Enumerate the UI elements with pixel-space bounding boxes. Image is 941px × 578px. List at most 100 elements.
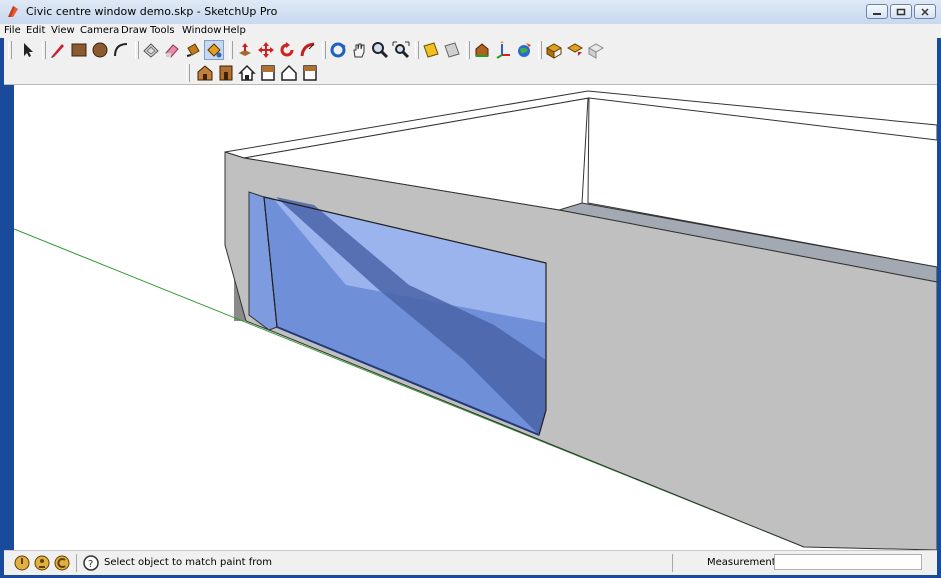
eraser-icon xyxy=(143,43,159,58)
svg-text:?: ? xyxy=(88,559,93,570)
make-component-button[interactable] xyxy=(141,40,161,60)
toolbar-separator xyxy=(538,41,542,59)
top-view-icon xyxy=(261,65,275,81)
zoom-tool-button[interactable] xyxy=(370,40,390,60)
iso-view-icon xyxy=(197,65,213,81)
bottom-view-button[interactable] xyxy=(300,63,320,83)
bottom-view-icon xyxy=(303,65,317,81)
rectangle-icon xyxy=(71,43,87,57)
toolbar-separator xyxy=(135,41,139,59)
main-toolbar xyxy=(4,38,937,62)
move-tool-button[interactable] xyxy=(256,40,276,60)
section-plane-icon xyxy=(423,42,439,58)
window-title: Civic centre window demo.skp - SketchUp … xyxy=(26,5,278,18)
side-view-icon xyxy=(281,64,297,81)
follow-me-button[interactable] xyxy=(298,40,318,60)
rotate-tool-button[interactable] xyxy=(277,40,297,60)
share-model-button[interactable] xyxy=(565,40,585,60)
arc-icon xyxy=(114,43,128,57)
minimize-icon xyxy=(873,12,881,15)
sketchup-app-icon xyxy=(8,6,18,17)
rectangle-tool-button[interactable] xyxy=(69,40,89,60)
components-icon xyxy=(475,43,489,57)
zoom-extents-button[interactable] xyxy=(391,40,411,60)
sketchup-window: Civic centre window demo.skp - SketchUp … xyxy=(0,0,941,578)
select-arrow-icon xyxy=(24,43,33,57)
eraser-tool-button[interactable] xyxy=(162,40,182,60)
zoom-icon xyxy=(372,42,389,59)
toolbar-separator xyxy=(415,41,419,59)
menu-tools[interactable]: Tools xyxy=(150,24,175,38)
iso-view-button[interactable] xyxy=(195,63,215,83)
share-model-icon xyxy=(566,43,584,56)
get-models-button[interactable] xyxy=(544,40,564,60)
status-message: Select object to match paint from xyxy=(104,557,273,568)
user-account-icon[interactable] xyxy=(54,555,70,571)
google-earth-button[interactable] xyxy=(514,40,534,60)
toolbar-separator xyxy=(42,41,46,59)
orbit-icon xyxy=(330,42,346,58)
push-pull-icon xyxy=(239,43,251,56)
menu-help[interactable]: Help xyxy=(223,24,246,38)
get-models-icon xyxy=(545,43,563,59)
menu-file[interactable]: File xyxy=(4,24,21,38)
pan-tool-button[interactable] xyxy=(349,40,369,60)
front-view-button[interactable] xyxy=(216,63,236,83)
toolbar-separator xyxy=(229,41,233,59)
status-separator xyxy=(76,554,77,572)
close-icon xyxy=(921,7,929,16)
axes-icon xyxy=(496,41,510,59)
geo-location-icon[interactable] xyxy=(14,555,30,571)
top-view-button[interactable] xyxy=(258,63,278,83)
paint-bucket-icon xyxy=(186,43,200,57)
zoom-extents-icon xyxy=(392,41,410,59)
minimize-button[interactable] xyxy=(866,4,888,19)
front-view-icon xyxy=(219,65,233,81)
close-button[interactable] xyxy=(914,4,936,19)
select-tool-button[interactable] xyxy=(18,40,38,60)
match-paint-icon xyxy=(207,43,222,58)
credits-icon[interactable] xyxy=(34,555,50,571)
rotate-icon xyxy=(280,42,294,57)
menu-camera[interactable]: Camera xyxy=(80,24,119,38)
upload-button[interactable] xyxy=(586,40,606,60)
push-pull-button[interactable] xyxy=(235,40,255,60)
circle-tool-button[interactable] xyxy=(90,40,110,60)
google-earth-icon xyxy=(518,43,531,57)
paint-bucket-button[interactable] xyxy=(204,40,224,60)
toolbar-grip xyxy=(186,64,190,82)
menu-view[interactable]: View xyxy=(51,24,75,38)
section-plane-button[interactable] xyxy=(421,40,441,60)
model-drawing[interactable] xyxy=(14,85,937,550)
model-viewport[interactable] xyxy=(14,85,937,550)
house-view-button[interactable] xyxy=(237,63,257,83)
measurements-input[interactable] xyxy=(774,554,922,570)
menu-bar: File Edit View Camera Draw Tools Window … xyxy=(0,24,941,38)
pencil-tool-button[interactable] xyxy=(48,40,68,60)
menu-draw[interactable]: Draw xyxy=(121,24,147,38)
circle-icon xyxy=(92,42,108,58)
pencil-icon xyxy=(51,44,64,58)
move-icon xyxy=(258,42,274,58)
menu-edit[interactable]: Edit xyxy=(26,24,45,38)
tape-measure-button[interactable] xyxy=(183,40,203,60)
section-fill-button[interactable] xyxy=(442,40,462,60)
maximize-button[interactable] xyxy=(890,4,912,19)
measurements-label: Measurements xyxy=(707,557,781,568)
menu-window[interactable]: Window xyxy=(182,24,221,38)
toolbar-grip xyxy=(8,41,12,59)
side-view-button[interactable] xyxy=(279,63,299,83)
tape-eraser-icon xyxy=(165,44,179,58)
help-icon[interactable]: ? xyxy=(83,555,99,571)
upload-icon xyxy=(587,43,605,59)
section-fill-icon xyxy=(444,42,460,58)
follow-me-icon xyxy=(300,42,315,57)
arc-tool-button[interactable] xyxy=(111,40,131,60)
pan-hand-icon xyxy=(353,43,365,58)
orbit-tool-button[interactable] xyxy=(328,40,348,60)
maximize-icon xyxy=(896,8,906,15)
components-button[interactable] xyxy=(472,40,492,60)
axes-button[interactable] xyxy=(493,40,513,60)
toolbar-separator xyxy=(322,41,326,59)
title-bar: Civic centre window demo.skp - SketchUp … xyxy=(0,0,941,25)
